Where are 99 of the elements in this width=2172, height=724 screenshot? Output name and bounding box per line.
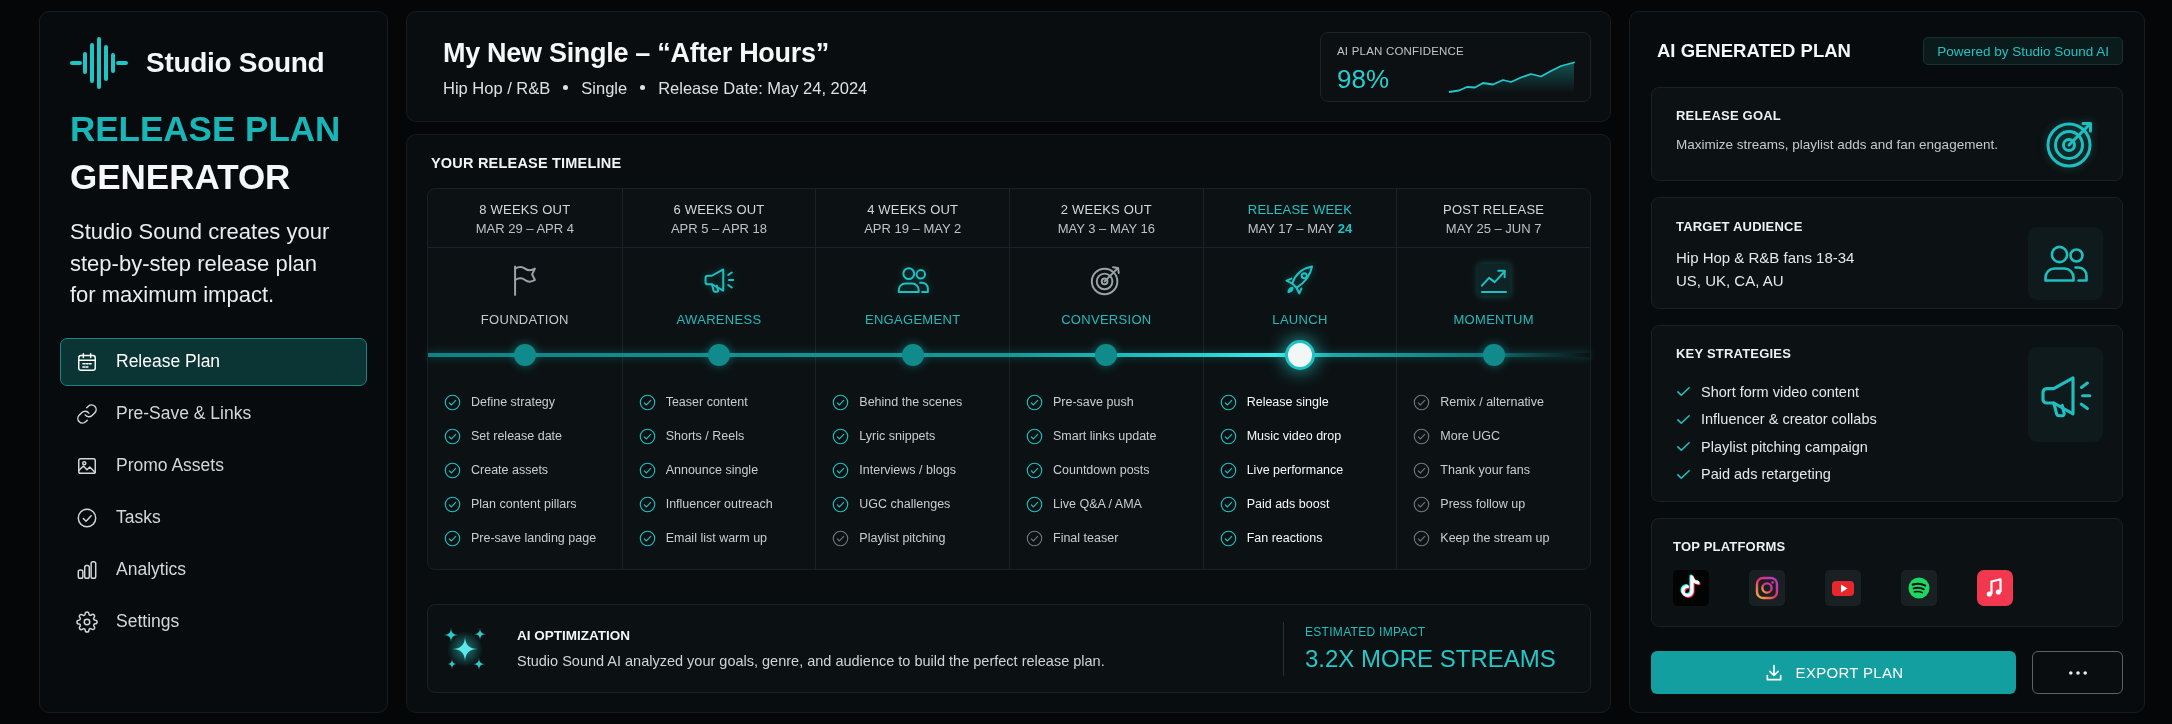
nav-item[interactable]: Tasks — [60, 493, 367, 542]
task-label: Behind the scenes — [859, 395, 963, 409]
nav-item[interactable]: Analytics — [60, 545, 367, 594]
task-label: Thank your fans — [1440, 463, 1530, 477]
song-meta: Hip Hop / R&B — [443, 77, 551, 98]
task-label: Paid ads boost — [1246, 497, 1330, 511]
task-label: Plan content pillars — [471, 497, 577, 511]
phase-name: CONVERSION — [1061, 311, 1152, 328]
task-label: Define strategy — [471, 395, 556, 409]
task-label: Keep the stream up — [1440, 531, 1550, 545]
task-label: UGC challenges — [859, 497, 951, 511]
impact-value: 3.2X MORE STREAMS — [1305, 643, 1557, 674]
task-label: Interviews / blogs — [859, 463, 956, 477]
task-label: More UGC — [1440, 429, 1501, 443]
task-label: Lyric snippets — [859, 429, 936, 443]
calendar-icon — [76, 350, 98, 373]
task-label: Pre-save push — [1053, 395, 1134, 409]
generator-title: RELEASE PLAN — [69, 108, 341, 150]
confidence-label: AI PLAN CONFIDENCE — [1337, 43, 1464, 58]
bar-chart-icon — [76, 558, 98, 581]
task-label: Email list warm up — [665, 531, 768, 545]
megaphone-icon — [2028, 347, 2103, 442]
music-note-icon — [1977, 570, 2013, 606]
task-label: Create assets — [471, 463, 549, 477]
optimization-text: Studio Sound AI analyzed your goals, genre, and audience to build the perfect release plan. — [517, 651, 1106, 671]
generator-description: Studio Sound creates your step-by-step release plan for maximum impact. — [70, 218, 331, 309]
strategies-title: KEY STRATEGIES — [1676, 345, 1792, 363]
song-title: My New Single – “After Hours” — [443, 36, 830, 70]
task-label: Shorts / Reels — [665, 429, 745, 443]
strategy-item: Short form video content — [1701, 383, 1859, 400]
strategy-item: Influencer & creator collabs — [1701, 411, 1877, 428]
nav-item[interactable]: Release Plan — [60, 337, 367, 386]
platforms-title: TOP PLATFORMS — [1673, 538, 1786, 556]
bullet-icon — [640, 85, 646, 90]
task-label: Playlist pitching — [859, 531, 946, 545]
play-logo-icon — [1825, 570, 1861, 606]
optimization-title: AI OPTIMIZATION — [517, 626, 631, 645]
more-icon — [2068, 670, 2087, 675]
phase-timing-label: 4 WEEKS OUT — [867, 201, 959, 219]
phase-date-range: MAR 29 – APR 4 — [475, 220, 574, 238]
brand-name: Studio Sound — [146, 47, 325, 79]
phase-name: AWARENESS — [676, 311, 762, 328]
song-meta: Single — [581, 77, 628, 98]
task-label: Press follow up — [1440, 497, 1526, 511]
audience-title: TARGET AUDIENCE — [1676, 218, 1804, 236]
phase-name: ENGAGEMENT — [864, 311, 961, 328]
timeline-title: YOUR RELEASE TIMELINE — [430, 154, 622, 172]
check-circle-icon — [76, 506, 98, 529]
phase-date-range: MAY 17 – MAY 24 — [1247, 220, 1353, 238]
bullet-icon — [563, 85, 569, 90]
phase-date-range: APR 19 – MAY 2 — [864, 220, 962, 238]
phase-name: FOUNDATION — [480, 311, 569, 328]
task-label: Live Q&A / AMA — [1053, 497, 1142, 511]
phase-date-range: APR 5 – APR 18 — [670, 220, 768, 238]
nav-item[interactable]: Pre-Save & Links — [60, 389, 367, 438]
note-logo-icon — [1673, 570, 1709, 606]
task-label: Release single — [1246, 395, 1329, 409]
task-label: Teaser content — [665, 395, 748, 409]
ai-credit-badge: Powered by Studio Sound AI — [1923, 37, 2123, 65]
task-label: Fan reactions — [1246, 531, 1323, 545]
goal-title: RELEASE GOAL — [1676, 107, 1782, 125]
audience-line: Hip Hop & R&B fans 18-34 — [1676, 248, 1855, 268]
goal-text: Maximize streams, playlist adds and fan engagement. — [1676, 136, 1998, 154]
task-label: Influencer outreach — [665, 497, 773, 511]
camera-logo-icon — [1749, 570, 1785, 606]
more-button[interactable] — [2032, 651, 2123, 694]
phase-timing-label: RELEASE WEEK — [1247, 201, 1353, 219]
phase-date-range: MAY 25 – JUN 7 — [1445, 220, 1542, 238]
nav-item[interactable]: Promo Assets — [60, 441, 367, 490]
task-label: Final teaser — [1053, 531, 1119, 545]
generator-title: GENERATOR — [69, 156, 291, 198]
settings-icon — [76, 610, 98, 633]
audience-line: US, UK, CA, AU — [1676, 271, 1785, 291]
task-label: Countdown posts — [1053, 463, 1150, 477]
nav-item[interactable]: Settings — [60, 597, 367, 646]
strategy-item: Playlist pitching campaign — [1701, 438, 1868, 455]
link-icon — [76, 402, 98, 425]
task-label: Set release date — [471, 429, 563, 443]
people-icon — [2028, 226, 2103, 300]
task-label: Smart links update — [1053, 429, 1157, 443]
phase-name: LAUNCH — [1272, 311, 1328, 328]
task-label: Pre-save landing page — [471, 531, 597, 545]
waveform-logo-icon — [70, 37, 128, 89]
task-label: Music video drop — [1246, 429, 1342, 443]
confidence-value: 98% — [1337, 63, 1390, 94]
task-label: Remix / alternative — [1440, 395, 1544, 409]
task-label: Announce single — [665, 463, 759, 477]
phase-timing-label: POST RELEASE — [1443, 201, 1545, 219]
phase-date-range: MAY 3 – MAY 16 — [1057, 220, 1155, 238]
song-meta: Release Date: May 24, 2024 — [658, 77, 868, 98]
waves-logo-icon — [1901, 570, 1937, 606]
impact-label: ESTIMATED IMPACT — [1305, 623, 1427, 640]
phase-timing-label: 6 WEEKS OUT — [673, 201, 765, 219]
plan-title: AI GENERATED PLAN — [1657, 40, 1851, 62]
phase-timing-label: 2 WEEKS OUT — [1060, 201, 1152, 219]
phase-timing-label: 8 WEEKS OUT — [479, 201, 571, 219]
task-label: Live performance — [1246, 463, 1344, 477]
strategy-item: Paid ads retargeting — [1701, 466, 1831, 483]
phase-name: MOMENTUM — [1453, 311, 1534, 328]
